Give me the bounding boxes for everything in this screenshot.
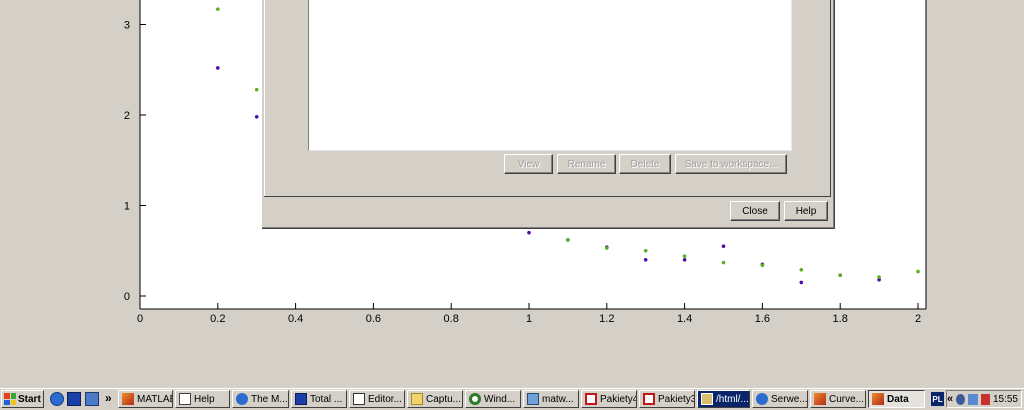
save-to-workspace-button[interactable]: Save to workspace... (675, 154, 787, 174)
help-button[interactable]: Help (784, 201, 828, 221)
task-button-captu[interactable]: Captu... (407, 390, 463, 408)
data-point-series-2 (721, 260, 726, 265)
task-button-total[interactable]: Total ... (291, 390, 347, 408)
x-tick-label: 1 (526, 313, 532, 325)
task-button-the-m[interactable]: The M... (232, 390, 289, 408)
data-point-series-1 (643, 258, 648, 262)
task-button-serwe[interactable]: Serwe... (752, 390, 808, 408)
task-button-matw[interactable]: matw... (523, 390, 579, 408)
data-point-series-2 (643, 248, 648, 253)
y-tick-label: 2 (124, 110, 130, 122)
html-icon (701, 393, 713, 405)
floppy-quicklaunch-icon[interactable] (67, 392, 81, 406)
data-point-series-1 (682, 258, 687, 262)
data-point-series-2 (799, 267, 804, 272)
y-tick-label: 0 (124, 291, 130, 303)
taskbar: Start » MATLAB Help The M... Total ... E… (0, 388, 1024, 410)
x-tick-label: 0.2 (210, 313, 225, 325)
task-button-wind[interactable]: Wind... (465, 390, 521, 408)
data-point-series-2 (838, 273, 842, 277)
windows-logo-icon (4, 393, 16, 405)
document-icon (527, 393, 539, 405)
tray-chevron-icon[interactable]: « (947, 393, 953, 405)
clock[interactable]: 15:55 (993, 394, 1018, 405)
data-point-series-1 (527, 230, 531, 235)
data-point-series-2 (216, 7, 220, 11)
network-quicklaunch-icon[interactable] (85, 392, 99, 406)
ie-icon (236, 393, 248, 405)
data-point-series-1 (216, 66, 220, 70)
data-sets-panel: View Rename Delete Save to workspace... (264, 0, 831, 197)
x-tick-label: 1.8 (833, 313, 848, 325)
quicklaunch-chevron-icon[interactable]: » (105, 391, 112, 405)
x-tick-label: 1.6 (755, 313, 770, 325)
data-point-series-2 (254, 87, 259, 92)
start-label: Start (18, 393, 41, 405)
security-tray-icon[interactable] (980, 393, 990, 405)
x-tick-label: 0.8 (444, 313, 459, 325)
media-player-icon (469, 393, 481, 405)
floppy-icon (295, 393, 307, 405)
data-point-series-1 (254, 115, 259, 119)
x-tick-label: 0.4 (288, 313, 303, 325)
folder-icon (411, 393, 423, 405)
data-point-series-2 (566, 238, 570, 242)
x-tick-label: 0 (137, 313, 143, 325)
task-button-curve[interactable]: Curve... (810, 390, 866, 408)
system-tray: « 15:55 (946, 390, 1022, 408)
data-point-series-1 (799, 280, 804, 285)
task-button-help[interactable]: Help (175, 390, 230, 408)
data-sets-list[interactable] (308, 0, 792, 151)
x-tick-label: 1.2 (599, 313, 614, 325)
close-button[interactable]: Close (730, 201, 780, 221)
data-point-series-2 (760, 263, 765, 268)
pdf-icon (643, 393, 655, 405)
network-tray-icon[interactable] (956, 393, 966, 405)
start-button[interactable]: Start (1, 390, 44, 408)
y-tick-label: 3 (124, 20, 130, 32)
data-point-series-2 (916, 269, 920, 274)
view-button[interactable]: View (504, 154, 553, 174)
volume-tray-icon[interactable] (968, 393, 978, 405)
x-tick-label: 2 (915, 313, 921, 325)
data-sets-dialog: View Rename Delete Save to workspace... … (262, 0, 835, 229)
ie-quicklaunch-icon[interactable] (50, 392, 64, 406)
data-point-series-1 (721, 244, 726, 249)
task-button-data[interactable]: Data (868, 390, 925, 408)
delete-button[interactable]: Delete (619, 154, 671, 174)
x-tick-label: 1.4 (677, 313, 692, 325)
rename-button[interactable]: Rename (557, 154, 616, 174)
task-button-pakiety4[interactable]: Pakiety4 (581, 390, 637, 408)
task-button-pakiety3[interactable]: Pakiety3 (639, 390, 695, 408)
pdf-icon (585, 393, 597, 405)
help-window-icon (179, 393, 191, 405)
task-button-editor[interactable]: Editor... (349, 390, 405, 408)
y-tick-label: 1 (124, 201, 130, 213)
editor-icon (353, 393, 365, 405)
matlab-icon (814, 393, 826, 405)
x-tick-label: 0.6 (366, 313, 381, 325)
task-button-html[interactable]: /html/... (697, 390, 750, 408)
ie-icon (756, 393, 768, 405)
matlab-icon (872, 393, 884, 405)
language-indicator[interactable]: PL (931, 392, 944, 406)
data-point-series-2 (877, 275, 881, 279)
data-point-series-2 (605, 246, 609, 250)
matlab-icon (122, 393, 134, 405)
data-point-series-2 (682, 254, 687, 258)
task-button-matlab[interactable]: MATLAB (118, 390, 173, 408)
